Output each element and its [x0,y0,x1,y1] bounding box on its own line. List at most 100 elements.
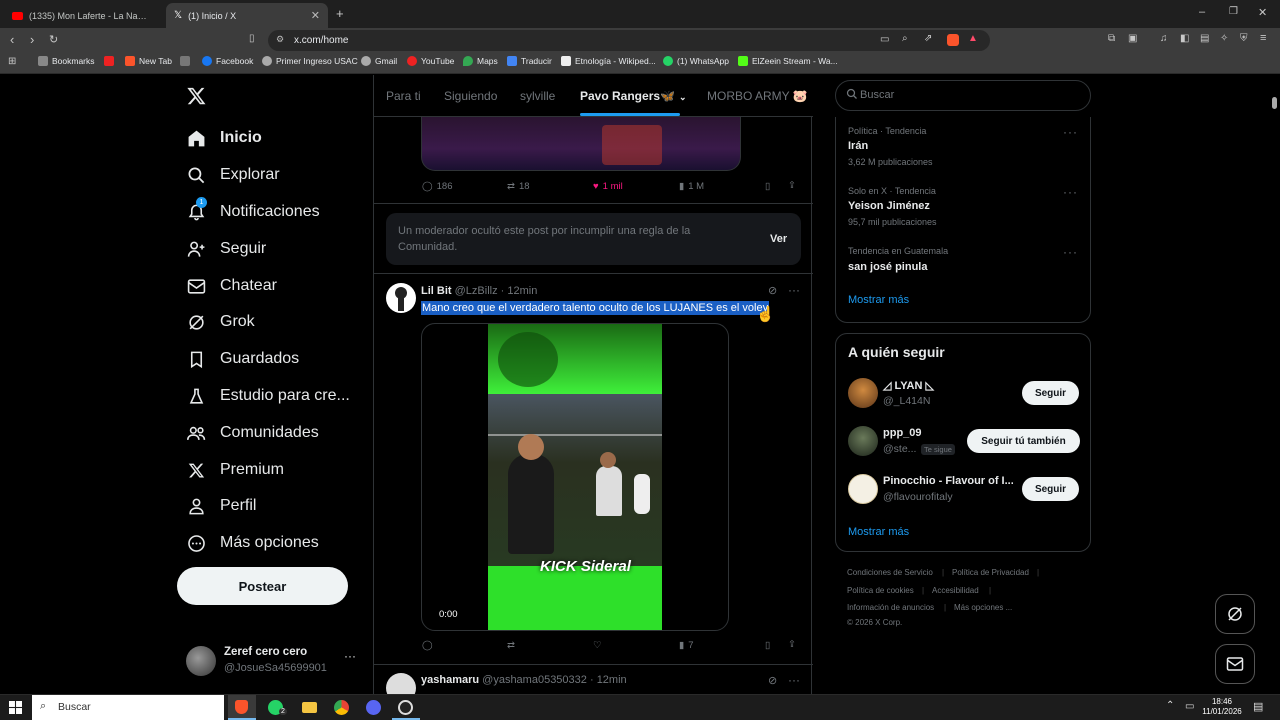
bookmark-item[interactable]: (1) WhatsApp [663,56,729,66]
avatar[interactable] [386,283,416,313]
footer-link[interactable]: Condiciones de Servicio [847,568,933,577]
view-button[interactable]: Ver [770,233,787,245]
show-more-trends-link[interactable]: Mostrar más [848,294,909,306]
restore-icon[interactable]: ❐ [1229,6,1238,17]
extensions-icon[interactable]: ⧉ [1108,33,1115,44]
browser-tab-x[interactable]: 𝕏 (1) Inicio / X ✕ [166,3,328,28]
taskbar-search[interactable]: ⌕ Buscar [32,695,224,720]
trend-name[interactable]: Yeison Jiménez [848,200,930,212]
footer-link[interactable]: Política de Privacidad [952,568,1029,577]
bookmark-item[interactable]: Maps [463,56,498,66]
reload-icon[interactable]: ↻ [49,33,58,46]
tab-sylville[interactable]: sylville [520,89,555,103]
bookmark-item[interactable]: New Tab [125,56,172,66]
suggested-name[interactable]: ◿ LYAN ◺ [883,379,934,392]
avatar[interactable] [848,378,878,408]
footer-link[interactable]: Accesibilidad [932,586,979,595]
brave-shield-icon[interactable] [947,34,959,46]
bookmark-icon[interactable]: ▯ [765,181,770,192]
nav-inicio[interactable]: Inicio [186,122,262,154]
repost-button[interactable]: ⇄ 18 [507,181,530,192]
taskbar-chrome[interactable] [328,695,356,720]
tab-pavo-rangers[interactable]: Pavo Rangers🦋 ⌄ [580,89,687,103]
site-info-icon[interactable]: ⚙ [276,34,284,45]
bookmark-item[interactable]: Primer Ingreso USAC [262,56,358,66]
taskbar-obs[interactable] [392,695,420,720]
close-tab-icon[interactable]: ✕ [311,9,320,22]
suggested-name[interactable]: ppp_09 [883,427,922,439]
share-icon[interactable]: ⇗ [924,33,932,44]
post-video[interactable]: KICK Sideral 0:00 [421,323,729,631]
grok-icon[interactable]: ⊘ [768,674,777,687]
footer-link[interactable]: Más opciones ... [954,603,1012,612]
footer-link[interactable]: Información de anuncios [847,603,934,612]
like-button[interactable]: ♥ 1 mil [593,181,623,192]
grok-icon[interactable]: ⊘ [768,284,777,297]
more-dots-icon[interactable]: ··· [788,283,800,297]
tab-morbo-army[interactable]: MORBO ARMY 🐷 [707,89,808,103]
nav-seguir[interactable]: Seguir [186,233,266,265]
nav-notificaciones[interactable]: 1 Notificaciones [186,196,320,228]
avatar[interactable] [848,426,878,456]
taskbar-brave[interactable] [228,695,256,720]
nav-explorar[interactable]: Explorar [186,159,280,191]
nav-chatear[interactable]: Chatear [186,270,277,302]
brave-rewards-icon[interactable]: ▲ [968,33,978,44]
avatar[interactable] [386,673,416,694]
avatar[interactable] [848,474,878,504]
sidebar-toggle-icon[interactable]: ◧ [1180,33,1189,44]
forward-icon[interactable]: › [30,32,34,47]
views-button[interactable]: ▮ 1 M [679,181,704,192]
bookmark-icon[interactable]: ▯ [765,640,770,651]
reply-icon[interactable]: ◯ [422,640,433,651]
more-dots-icon[interactable]: ··· [788,673,800,687]
bookmark-item[interactable]: Facebook [202,56,253,66]
previous-post-media[interactable] [421,117,741,171]
windows-start-icon[interactable] [9,701,22,714]
bookmark-item[interactable]: ElZeein Stream - Wa... [738,56,838,66]
nav-grok[interactable]: Grok [186,306,255,338]
post-handle[interactable]: @yashama05350332 [482,674,587,686]
music-icon[interactable]: ♫ [1160,33,1168,44]
suggested-handle[interactable]: @ste... [883,443,916,455]
leo-ai-icon[interactable]: ✧ [1220,33,1228,44]
tab-siguiendo[interactable]: Siguiendo [444,89,497,103]
nav-guardados[interactable]: Guardados [186,343,299,375]
trend-name[interactable]: san josé pinula [848,261,927,273]
tray-network-icon[interactable]: ▭ [1185,701,1194,712]
follow-button[interactable]: Seguir [1022,381,1079,405]
apps-grid-icon[interactable]: ⊞ [8,56,16,67]
nav-estudio[interactable]: Estudio para cre... [186,380,350,412]
cast-icon[interactable]: ▭ [880,34,889,45]
nav-comunidades[interactable]: Comunidades [186,417,319,449]
more-dots-icon[interactable]: ··· [344,649,356,663]
close-window-icon[interactable]: ✕ [1258,6,1267,19]
bookmark-item[interactable]: Traducir [507,56,552,66]
tab-para-ti[interactable]: Para ti [386,89,421,103]
notification-center-icon[interactable]: ▤ [1253,700,1263,713]
x-logo[interactable] [186,86,207,106]
taskbar-explorer[interactable] [296,695,324,720]
nav-premium[interactable]: Premium [186,454,284,486]
reply-button[interactable]: ◯ 186 [422,181,453,192]
wallet-2-icon[interactable]: ▤ [1200,33,1209,44]
share-icon[interactable]: ⇪ [788,639,796,650]
url-field[interactable]: ⚙ x.com/home ▭ ⌕ ⇗ ▲ [268,30,990,51]
nav-mas-opciones[interactable]: Más opciones [186,527,319,559]
menu-icon[interactable]: ≡ [1260,32,1266,44]
nav-perfil[interactable]: Perfil [186,490,256,522]
back-icon[interactable]: ‹ [10,32,14,47]
post-author[interactable]: yashamaru [421,674,479,686]
bookmark-item[interactable] [180,56,190,66]
views-button[interactable]: ▮ 7 [679,640,694,651]
search-input[interactable]: Buscar [835,80,1091,111]
suggested-handle[interactable]: @flavourofitaly [883,491,953,503]
suggested-handle[interactable]: @_L414N [883,395,930,407]
messages-float-button[interactable] [1215,644,1255,684]
post-button[interactable]: Postear [177,567,348,605]
more-dots-icon[interactable]: ··· [1063,245,1078,259]
bookmark-item[interactable]: Gmail [361,56,397,66]
vpn-icon[interactable]: ⛨ [1240,33,1248,44]
show-more-follow-link[interactable]: Mostrar más [848,526,909,538]
bookmark-item[interactable]: Bookmarks [38,56,95,66]
